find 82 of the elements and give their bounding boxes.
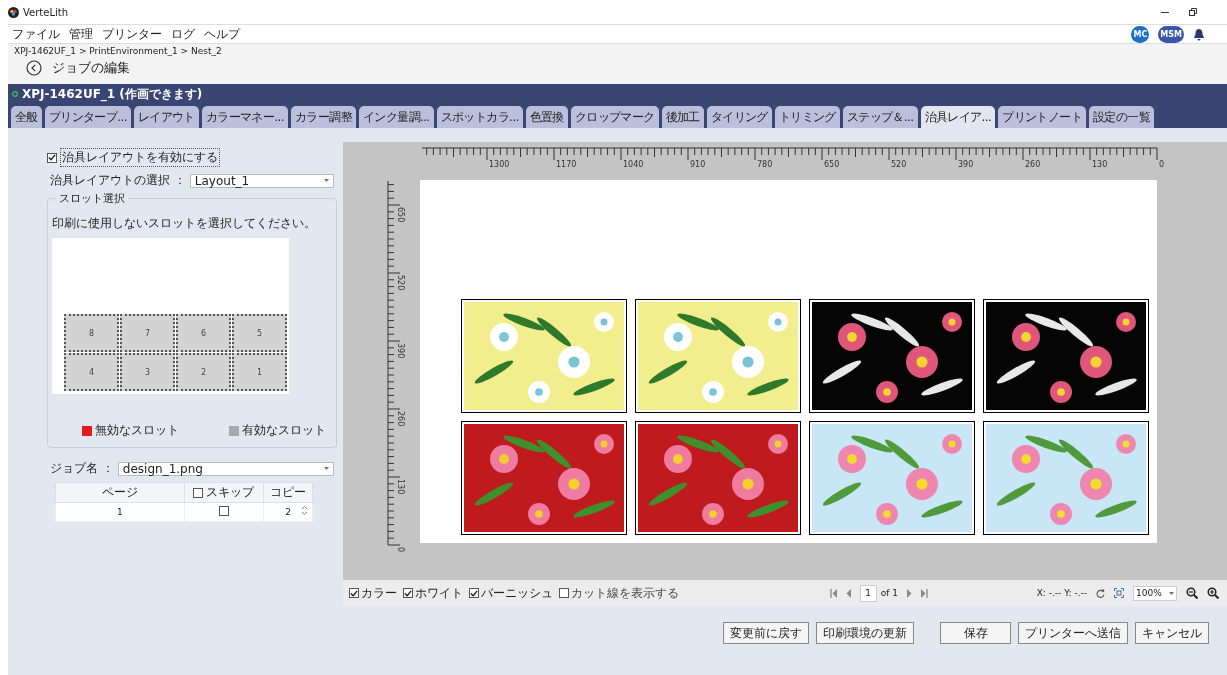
column-header: スキップ — [206, 484, 255, 501]
column-header: ページ — [55, 482, 184, 503]
page-field[interactable]: 1 — [859, 584, 877, 602]
dropdown-value: Layout_1 — [194, 173, 250, 188]
tab[interactable]: インク量調... — [358, 106, 434, 128]
breadcrumb: XPJ-1462UF_1 > PrintEnvironment_1 > Nest_2 — [14, 46, 223, 56]
copies-value[interactable]: 2 — [285, 507, 292, 517]
legend-label: 有効なスロット — [242, 422, 326, 439]
tab[interactable]: 全般 — [11, 106, 42, 128]
tab[interactable]: タイリング — [706, 106, 772, 128]
ruler-label: 0 — [1159, 160, 1165, 169]
menu-item[interactable]: プリンター — [102, 25, 162, 43]
ruler-label: 520 — [396, 275, 405, 291]
ruler-label: 910 — [690, 160, 706, 169]
slot[interactable]: 1 — [232, 353, 287, 391]
tab[interactable]: 設定の一覧 — [1089, 106, 1155, 128]
layer-label[interactable]: バーニッシュ — [481, 584, 553, 602]
ruler-label: 130 — [1092, 160, 1108, 169]
ruler-label: 0 — [396, 547, 405, 553]
ruler-label: 260 — [1025, 160, 1041, 169]
field-label: ジョブ名 ： — [50, 460, 114, 477]
tab[interactable]: ステップ＆... — [842, 106, 918, 128]
checkbox-label[interactable]: 治具レイアウトを有効にする — [60, 148, 220, 167]
tab[interactable]: プリントノート — [998, 106, 1086, 128]
tab[interactable]: トリミング — [774, 106, 840, 128]
slot[interactable]: 2 — [176, 353, 231, 391]
ruler-label: 520 — [891, 160, 907, 169]
user-avatar[interactable]: MSM — [1158, 25, 1184, 43]
job-dropdown[interactable]: design_1.png — [117, 461, 334, 476]
tab[interactable]: カラー調整 — [290, 106, 356, 128]
slot[interactable]: 8 — [64, 314, 119, 352]
slot[interactable]: 3 — [120, 353, 175, 391]
action-button[interactable]: 印刷環境の更新 — [816, 622, 914, 644]
ruler-label: 1300 — [489, 160, 510, 169]
layer-label[interactable]: カット線を表示する — [571, 584, 679, 602]
tab[interactable]: クロップマーク — [570, 106, 659, 128]
layer-label[interactable]: カラー — [361, 584, 397, 602]
tab[interactable]: スポットカラ... — [436, 106, 523, 128]
menu-item[interactable]: ヘルプ — [204, 25, 240, 43]
page-total: of 1 — [880, 588, 898, 598]
tab[interactable]: レイアウト — [133, 106, 199, 128]
table-cell: 1 — [55, 502, 184, 522]
field-label: 治具レイアウトの選択 ： — [50, 172, 186, 189]
slot[interactable]: 4 — [64, 353, 119, 391]
page-title: ジョブの編集 — [52, 59, 130, 77]
tab[interactable]: 色置換 — [525, 106, 568, 128]
ruler-label: 130 — [396, 479, 405, 495]
slot[interactable]: 7 — [120, 314, 175, 352]
slot[interactable]: 6 — [176, 314, 231, 352]
ruler-label: 260 — [396, 411, 405, 427]
dropdown-value: design_1.png — [122, 461, 203, 476]
zoom-dropdown[interactable]: 100% — [1133, 585, 1177, 601]
action-button[interactable]: プリンターへ送信 — [1018, 622, 1128, 644]
menu-item[interactable]: 管理 — [69, 25, 93, 43]
cursor-coordinates: X: -.-- Y: -.-- — [1036, 588, 1087, 598]
tab[interactable]: プリンタープ... — [44, 106, 131, 128]
tab[interactable]: 後加工 — [661, 106, 704, 128]
slot[interactable]: 5 — [232, 314, 287, 352]
action-button[interactable]: キャンセル — [1135, 622, 1209, 644]
layer-label[interactable]: ホワイト — [415, 584, 463, 602]
tab[interactable]: 治具レイア... — [920, 106, 996, 128]
legend-label: 無効なスロット — [95, 422, 179, 439]
user-avatar[interactable]: MC — [1131, 25, 1150, 43]
instruction-text: 印刷に使用しないスロットを選択してください。 — [52, 215, 317, 232]
ruler-label: 1170 — [556, 160, 577, 169]
ruler-label: 650 — [396, 207, 405, 223]
ruler-label: 1040 — [623, 160, 644, 169]
window-title: VerteLith — [23, 6, 68, 18]
tab[interactable]: カラーマネー... — [201, 106, 288, 128]
zoom-value: 100% — [1136, 588, 1162, 598]
ruler-label: 390 — [958, 160, 974, 169]
column-header: コピー — [263, 482, 313, 503]
group-title: スロット選択 — [56, 191, 128, 206]
printer-status: XPJ-1462UF_1 (作画できます) — [22, 85, 203, 103]
ruler-label: 650 — [824, 160, 840, 169]
layout-dropdown[interactable]: Layout_1 — [189, 173, 334, 188]
action-button[interactable]: 変更前に戻す — [723, 622, 809, 644]
ruler-label: 780 — [757, 160, 773, 169]
action-button[interactable]: 保存 — [940, 622, 1011, 644]
ruler-label: 390 — [396, 343, 405, 359]
menu-item[interactable]: ファイル — [12, 25, 60, 43]
menu-item[interactable]: ログ — [171, 25, 195, 43]
